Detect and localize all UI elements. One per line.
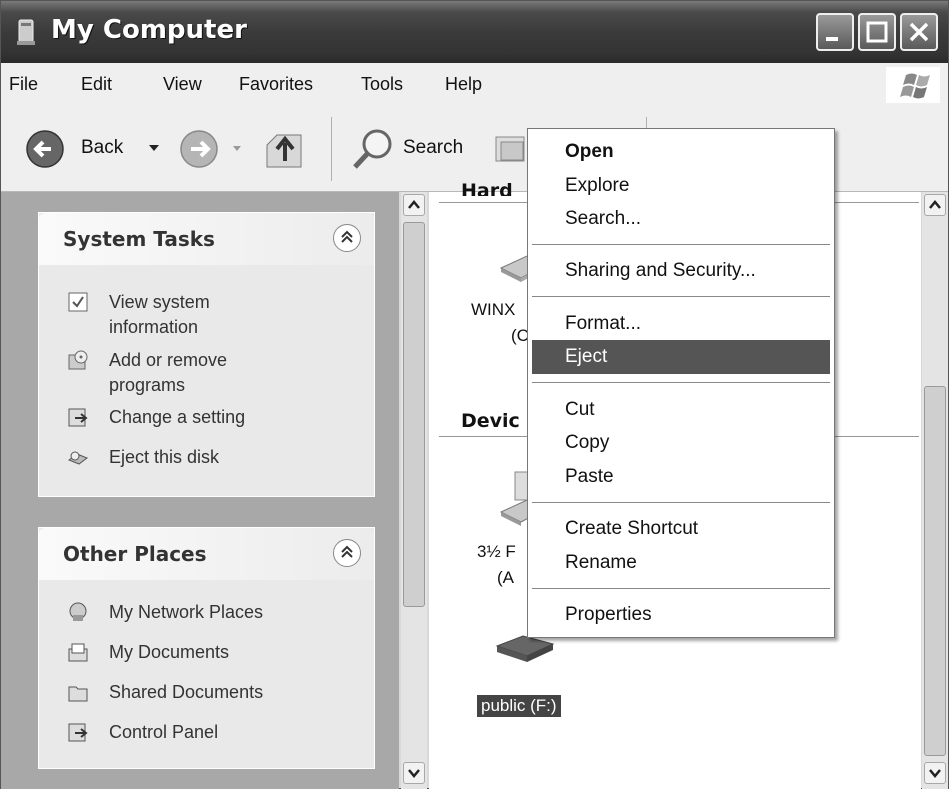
my-computer-window: My Computer File Edit View Favorites Too… xyxy=(0,0,949,789)
close-button[interactable] xyxy=(900,13,938,51)
menu-separator xyxy=(532,244,830,245)
menu-item-copy[interactable]: Copy xyxy=(528,426,834,460)
menu-separator xyxy=(532,296,830,297)
menu-help[interactable]: Help xyxy=(445,74,482,95)
menu-item-create-shortcut[interactable]: Create Shortcut xyxy=(528,512,834,546)
menu-separator xyxy=(532,502,830,503)
floppy-label-line2[interactable]: (A xyxy=(497,568,514,588)
network-places-icon xyxy=(69,602,87,621)
back-dropdown-icon[interactable] xyxy=(147,143,161,153)
menu-separator xyxy=(532,382,830,383)
menu-item-paste[interactable]: Paste xyxy=(528,460,834,494)
control-panel-icon xyxy=(68,408,88,427)
minimize-button[interactable] xyxy=(816,13,854,51)
chevron-up-icon xyxy=(408,200,420,209)
chevron-up-double-icon xyxy=(341,545,353,558)
main-scroll-down-button[interactable] xyxy=(924,762,946,784)
menu-separator xyxy=(532,588,830,589)
scroll-down-button[interactable] xyxy=(403,762,425,784)
menu-item-search[interactable]: Search... xyxy=(528,202,834,236)
system-tasks-collapse-button[interactable] xyxy=(333,224,361,252)
menu-favorites[interactable]: Favorites xyxy=(239,74,313,95)
folders-icon[interactable] xyxy=(493,131,529,167)
main-scroll-thumb[interactable] xyxy=(924,386,946,756)
back-arrow-icon[interactable] xyxy=(25,129,65,169)
title-bar[interactable]: My Computer xyxy=(1,1,948,63)
task-pane-scrollbar[interactable] xyxy=(401,192,427,789)
maximize-button[interactable] xyxy=(858,13,896,51)
other-places-panel: Other Places My Network Places My Docume… xyxy=(38,527,375,769)
context-menu: Open Explore Search... Sharing and Secur… xyxy=(527,128,835,638)
menu-item-sharing-security[interactable]: Sharing and Security... xyxy=(528,254,834,288)
cd-box-icon xyxy=(68,350,88,370)
main-scrollbar[interactable] xyxy=(922,192,948,789)
system-tasks-title: System Tasks xyxy=(63,227,215,251)
search-button[interactable]: Search xyxy=(403,137,463,159)
system-tasks-header[interactable]: System Tasks xyxy=(39,213,374,265)
my-documents-icon xyxy=(68,643,88,662)
shared-folder-icon xyxy=(68,686,88,702)
menu-tools[interactable]: Tools xyxy=(361,74,403,95)
hard-disk-section-header: Hard Disk Drives xyxy=(461,180,513,196)
close-icon xyxy=(909,22,929,42)
chevron-down-icon xyxy=(408,769,420,778)
control-panel-icon xyxy=(68,723,88,742)
task-pane: System Tasks View system information Add… xyxy=(1,192,399,789)
menu-edit[interactable]: Edit xyxy=(81,74,112,95)
menu-item-cut[interactable]: Cut xyxy=(528,393,834,427)
minimize-icon xyxy=(826,37,838,41)
chevron-up-double-icon xyxy=(341,230,353,243)
other-places-collapse-button[interactable] xyxy=(333,539,361,567)
back-button[interactable]: Back xyxy=(81,137,123,159)
public-drive-label[interactable]: public (F:) xyxy=(477,695,561,717)
menu-item-eject[interactable]: Eject xyxy=(532,340,830,374)
menu-view[interactable]: View xyxy=(163,74,202,95)
computer-icon xyxy=(17,19,35,45)
menu-item-rename[interactable]: Rename xyxy=(528,546,834,580)
toolbar-divider xyxy=(331,117,332,181)
other-places-title: Other Places xyxy=(63,542,207,566)
windows-logo xyxy=(886,67,940,103)
menu-item-explore[interactable]: Explore xyxy=(528,169,834,203)
eject-drive-icon xyxy=(67,451,89,465)
menu-item-properties[interactable]: Properties xyxy=(528,598,834,632)
scroll-up-button[interactable] xyxy=(403,194,425,216)
up-folder-icon[interactable] xyxy=(263,127,305,171)
menu-item-open[interactable]: Open xyxy=(528,135,834,169)
scroll-thumb[interactable] xyxy=(403,222,425,607)
other-places-header[interactable]: Other Places xyxy=(39,528,374,580)
main-scroll-up-button[interactable] xyxy=(924,194,946,216)
info-window-icon xyxy=(68,292,88,312)
system-tasks-panel: System Tasks View system information Add… xyxy=(38,212,375,497)
menu-item-format[interactable]: Format... xyxy=(528,307,834,341)
forward-dropdown-icon[interactable] xyxy=(231,145,243,153)
windows-flag-icon xyxy=(900,73,930,99)
forward-arrow-icon[interactable] xyxy=(179,129,219,169)
chevron-down-icon xyxy=(929,769,941,778)
window-title: My Computer xyxy=(51,15,247,45)
menu-file[interactable]: File xyxy=(9,74,38,95)
search-icon[interactable] xyxy=(351,127,395,171)
maximize-icon xyxy=(866,21,888,43)
menu-bar: File Edit View Favorites Tools Help xyxy=(1,63,948,108)
chevron-up-icon xyxy=(929,200,941,209)
devices-section-header: Devic xyxy=(461,410,520,432)
drive-c-label-line1[interactable]: WINX xyxy=(471,300,515,320)
floppy-label-line1[interactable]: 3½ F xyxy=(477,542,516,562)
